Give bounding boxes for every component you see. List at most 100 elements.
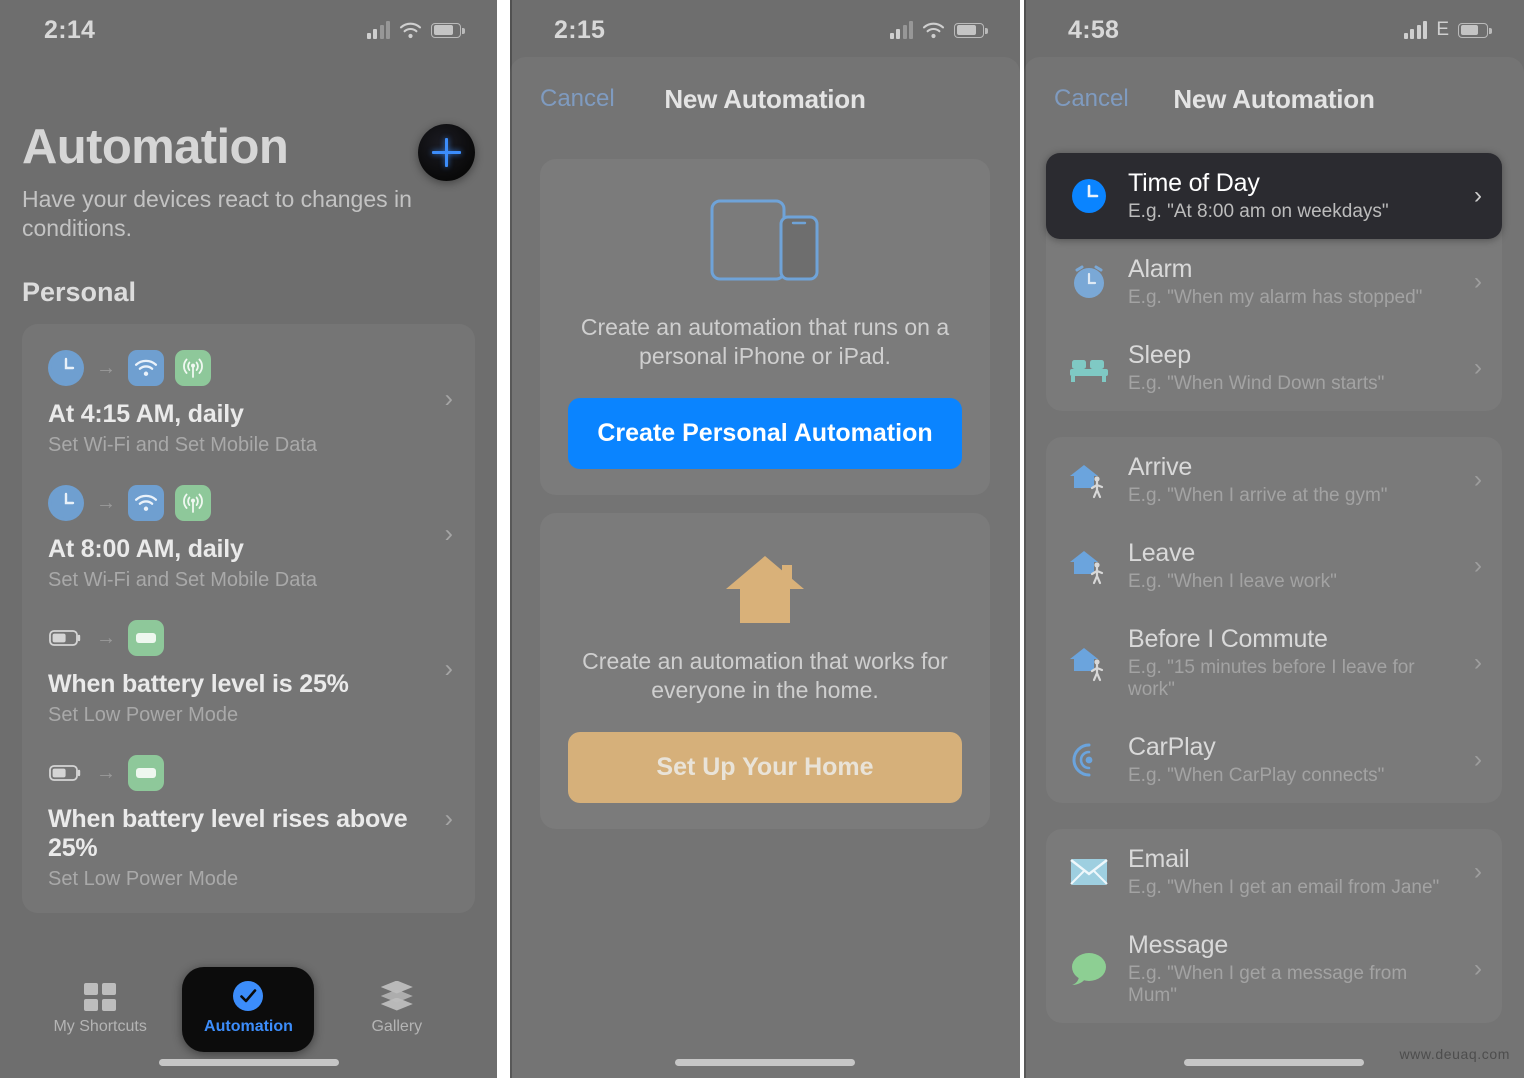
trigger-item-leave[interactable]: Leave E.g. "When I leave work" › (1046, 523, 1502, 609)
automation-subtitle: Set Wi-Fi and Set Mobile Data (48, 433, 317, 456)
clock-icon (48, 484, 84, 521)
watermark: www.deuaq.com (1399, 1046, 1510, 1062)
set-up-your-home-button[interactable]: Set Up Your Home (568, 731, 962, 803)
cancel-button[interactable]: Cancel (1054, 85, 1129, 113)
trigger-item-alarm[interactable]: Alarm E.g. "When my alarm has stopped" › (1046, 239, 1502, 325)
add-automation-button[interactable] (418, 124, 475, 181)
plus-icon (432, 138, 461, 167)
personal-automation-card: Create an automation that runs on a pers… (540, 159, 990, 495)
trigger-item-before-i-commute[interactable]: Before I Commute E.g. "15 minutes before… (1046, 609, 1502, 717)
chevron-right-icon: › (1474, 552, 1482, 579)
trigger-text: Leave E.g. "When I leave work" (1128, 539, 1448, 593)
automation-row[interactable]: → At 8:00 AM, daily Set Wi-Fi and Set Mo… (22, 467, 475, 602)
trigger-item-message[interactable]: Message E.g. "When I get a message from … (1046, 915, 1502, 1023)
chevron-right-icon: › (444, 519, 453, 548)
trigger-title: Leave (1128, 539, 1196, 567)
trigger-title: Before I Commute (1128, 625, 1328, 653)
trigger-title: Alarm (1128, 255, 1193, 283)
automation-title: At 4:15 AM, daily (48, 399, 244, 428)
chevron-right-icon: › (1474, 858, 1482, 885)
cancel-button[interactable]: Cancel (540, 85, 615, 113)
automation-title: When battery level is 25% (48, 669, 349, 698)
chevron-right-icon: › (1474, 466, 1482, 493)
trigger-item-arrive[interactable]: Arrive E.g. "When I arrive at the gym" › (1046, 437, 1502, 523)
automation-subtitle: Set Wi-Fi and Set Mobile Data (48, 568, 317, 591)
trigger-item-carplay[interactable]: CarPlay E.g. "When CarPlay connects" › (1046, 717, 1502, 803)
chevron-right-icon: › (444, 384, 453, 413)
trigger-item-time-of-day[interactable]: Time of Day E.g. "At 8:00 am on weekdays… (1046, 153, 1502, 239)
house-walk-icon (1068, 459, 1110, 501)
automation-row[interactable]: → When battery level is 25% Set Low Powe… (22, 602, 475, 737)
wifi-icon (128, 484, 164, 521)
status-icons: E (1403, 19, 1492, 41)
nav-bar: Cancel New Automation (1024, 57, 1524, 141)
tab-automation[interactable]: Automation (182, 966, 315, 1052)
automation-row[interactable]: → When battery level rises above 25% Set… (22, 737, 475, 901)
chevron-right-icon: › (1474, 746, 1482, 773)
home-indicator (1184, 1059, 1364, 1066)
home-automation-card: Create an automation that works for ever… (540, 512, 990, 829)
chevron-right-icon: › (1474, 354, 1482, 381)
chevron-right-icon: › (1474, 649, 1482, 676)
trigger-group: Time of Day E.g. "At 8:00 am on weekdays… (1046, 153, 1502, 411)
trigger-title: Sleep (1128, 341, 1191, 369)
house-icon (568, 547, 962, 627)
trigger-title: CarPlay (1128, 733, 1216, 761)
trigger-item-email[interactable]: Email E.g. "When I get an email from Jan… (1046, 829, 1502, 915)
status-icons (889, 21, 988, 39)
automation-subtitle: Set Low Power Mode (48, 867, 239, 890)
panel-automation-list: 2:14 Automation Have your devices react … (0, 0, 497, 1078)
tab-gallery[interactable]: Gallery (331, 971, 463, 1048)
trigger-example: E.g. "When my alarm has stopped" (1128, 287, 1423, 308)
tab-label: My Shortcuts (53, 1017, 147, 1035)
three-panel-screenshot: 2:14 Automation Have your devices react … (0, 0, 1524, 1078)
cellular-signal-icon (1403, 21, 1428, 39)
battery-icon (48, 620, 84, 656)
trigger-group: Email E.g. "When I get an email from Jan… (1046, 829, 1502, 1023)
status-bar-panel1: 2:14 (0, 0, 497, 60)
battery-green-icon (128, 754, 164, 791)
trigger-example: E.g. "When Wind Down starts" (1128, 373, 1385, 394)
cellular-signal-icon (366, 21, 390, 39)
status-time: 4:58 (1068, 15, 1120, 44)
modal-sheet: Cancel New Automation Time of Day E.g. "… (1024, 57, 1524, 1078)
clock-icon (48, 349, 84, 386)
chevron-right-icon: › (1474, 955, 1482, 982)
cellular-icon (175, 349, 211, 386)
automation-icon-flow: → (48, 349, 449, 386)
house-walk-icon (1068, 545, 1110, 587)
section-header-personal: Personal (22, 276, 137, 307)
automation-card: → At 4:15 AM, daily Set Wi-Fi and Set Mo… (22, 323, 475, 913)
trigger-example: E.g. "When I get a message from Mum" (1128, 963, 1408, 1006)
bed-icon (1068, 347, 1110, 389)
trigger-text: Time of Day E.g. "At 8:00 am on weekdays… (1128, 169, 1448, 223)
tab-my-shortcuts[interactable]: My Shortcuts (34, 971, 166, 1048)
chevron-right-icon: › (1474, 268, 1482, 295)
page-subtitle: Have your devices react to changes in co… (22, 186, 412, 242)
grid-icon (84, 982, 117, 1011)
trigger-text: CarPlay E.g. "When CarPlay connects" (1128, 733, 1448, 787)
arrow-icon: → (96, 491, 116, 514)
automation-page-body: Automation Have your devices react to ch… (0, 121, 497, 913)
trigger-text: Before I Commute E.g. "15 minutes before… (1128, 625, 1448, 701)
automation-row[interactable]: → At 4:15 AM, daily Set Wi-Fi and Set Mo… (22, 332, 475, 467)
nav-title: New Automation (1173, 83, 1375, 114)
trigger-example: E.g. "When I get an email from Jane" (1128, 877, 1440, 898)
panel-trigger-picker: 4:58 E Cancel New Automation Time of Day… (1024, 0, 1524, 1078)
personal-automation-text: Create an automation that runs on a pers… (580, 314, 950, 370)
trigger-example: E.g. "When I arrive at the gym" (1128, 485, 1388, 506)
tab-label: Gallery (371, 1017, 423, 1035)
trigger-list[interactable]: Time of Day E.g. "At 8:00 am on weekdays… (1024, 141, 1524, 1078)
nav-title: New Automation (664, 83, 866, 114)
wifi-icon (128, 349, 164, 386)
home-indicator (675, 1059, 855, 1066)
automation-title: At 8:00 AM, daily (48, 534, 244, 563)
wifi-icon (922, 22, 945, 39)
trigger-title: Email (1128, 845, 1190, 873)
wifi-icon (399, 22, 422, 39)
modal-sheet: Cancel New Automation Create an automati… (510, 57, 1020, 1078)
automation-subtitle: Set Low Power Mode (48, 703, 239, 726)
trigger-item-sleep[interactable]: Sleep E.g. "When Wind Down starts" › (1046, 325, 1502, 411)
create-personal-automation-button[interactable]: Create Personal Automation (568, 397, 962, 469)
trigger-title: Message (1128, 931, 1229, 959)
